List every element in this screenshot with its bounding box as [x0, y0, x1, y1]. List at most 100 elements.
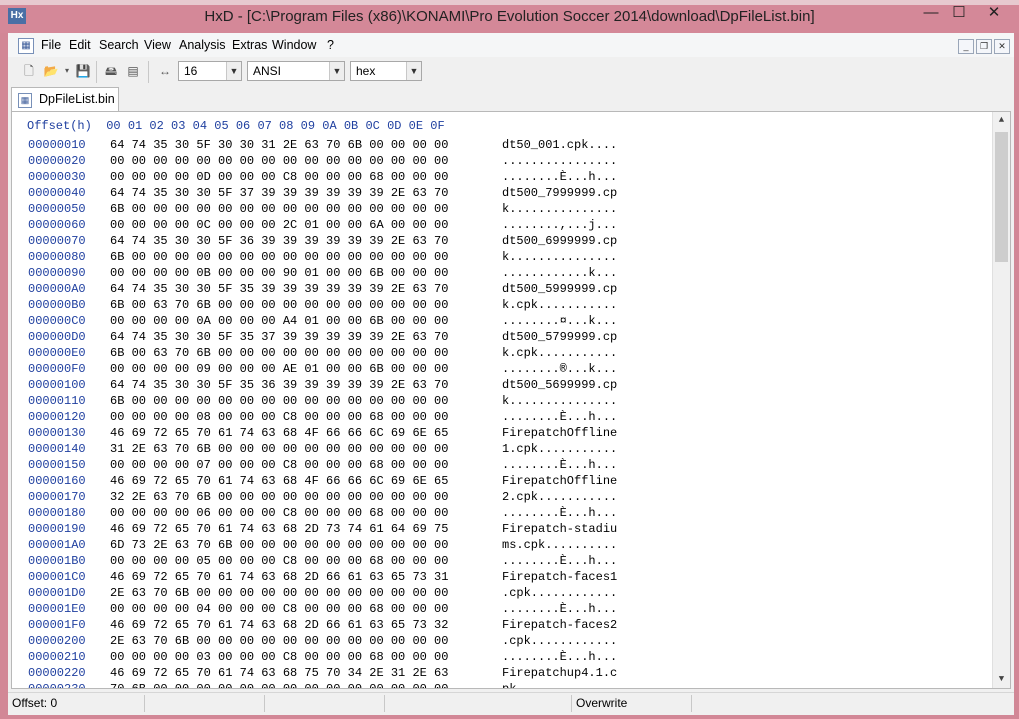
mdi-close-icon[interactable]: ✕ — [994, 39, 1010, 54]
menu-file[interactable]: File — [41, 38, 61, 52]
row-hex-bytes[interactable]: 6B 00 00 00 00 00 00 00 00 00 00 00 00 0… — [110, 250, 448, 264]
row-text[interactable]: ........¤...k... — [502, 314, 617, 328]
minimize-button[interactable]: — — [918, 4, 944, 24]
row-hex-bytes[interactable]: 2E 63 70 6B 00 00 00 00 00 00 00 00 00 0… — [110, 634, 448, 648]
row-text[interactable]: dt500_5799999.cp — [502, 330, 617, 344]
close-button[interactable]: ✕ — [974, 4, 1014, 24]
row-hex-bytes[interactable]: 00 00 00 00 00 00 00 00 00 00 00 00 00 0… — [110, 154, 448, 168]
chevron-down-icon[interactable]: ▼ — [226, 62, 241, 80]
row-text[interactable]: ............k... — [502, 266, 617, 280]
row-text[interactable]: ........È...h... — [502, 602, 617, 616]
row-hex-bytes[interactable]: 00 00 00 00 09 00 00 00 AE 01 00 00 6B 0… — [110, 362, 448, 376]
open-disk-icon[interactable]: 🖴 — [102, 62, 120, 80]
row-text[interactable]: ........È...h... — [502, 410, 617, 424]
bytes-per-row-select[interactable]: 16 ▼ — [178, 61, 242, 81]
row-hex-bytes[interactable]: 00 00 00 00 0D 00 00 00 C8 00 00 00 68 0… — [110, 170, 448, 184]
row-hex-bytes[interactable]: 46 69 72 65 70 61 74 63 68 2D 66 61 63 6… — [110, 570, 448, 584]
row-hex-bytes[interactable]: 64 74 35 30 30 5F 35 39 39 39 39 39 39 2… — [110, 282, 448, 296]
row-text[interactable]: ........È...h... — [502, 650, 617, 664]
row-text[interactable]: ................ — [502, 154, 617, 168]
row-text[interactable]: ........È...h... — [502, 554, 617, 568]
row-text[interactable]: Firepatch-stadiu — [502, 522, 617, 536]
row-text[interactable]: ........,...j... — [502, 218, 617, 232]
scroll-up-icon[interactable]: ▲ — [993, 112, 1010, 129]
row-hex-bytes[interactable]: 64 74 35 30 30 5F 37 39 39 39 39 39 39 2… — [110, 186, 448, 200]
title-bar[interactable]: Hx HxD - [C:\Program Files (x86)\KONAMI\… — [0, 0, 1019, 33]
row-hex-bytes[interactable]: 00 00 00 00 03 00 00 00 C8 00 00 00 68 0… — [110, 650, 448, 664]
chevron-down-icon[interactable]: ▼ — [406, 62, 421, 80]
row-hex-bytes[interactable]: 46 69 72 65 70 61 74 63 68 2D 73 74 61 6… — [110, 522, 448, 536]
row-hex-bytes[interactable]: 64 74 35 30 30 5F 35 36 39 39 39 39 39 2… — [110, 378, 448, 392]
row-hex-bytes[interactable]: 00 00 00 00 07 00 00 00 C8 00 00 00 68 0… — [110, 458, 448, 472]
row-text[interactable]: .cpk............ — [502, 634, 617, 648]
row-hex-bytes[interactable]: 32 2E 63 70 6B 00 00 00 00 00 00 00 00 0… — [110, 490, 448, 504]
row-hex-bytes[interactable]: 00 00 00 00 0B 00 00 00 90 01 00 00 6B 0… — [110, 266, 448, 280]
row-text[interactable]: .cpk............ — [502, 586, 617, 600]
open-ram-icon[interactable]: ▤ — [124, 62, 142, 80]
menu-search[interactable]: Search — [99, 38, 139, 52]
open-dropdown-icon[interactable]: ▾ — [62, 62, 72, 80]
row-text[interactable]: dt500_5699999.cp — [502, 378, 617, 392]
row-hex-bytes[interactable]: 6B 00 00 00 00 00 00 00 00 00 00 00 00 0… — [110, 394, 448, 408]
vertical-scrollbar[interactable]: ▲ ▼ — [992, 112, 1010, 688]
row-hex-bytes[interactable]: 64 74 35 30 5F 30 30 31 2E 63 70 6B 00 0… — [110, 138, 448, 152]
mdi-minimize-icon[interactable]: _ — [958, 39, 974, 54]
row-text[interactable]: dt500_6999999.cp — [502, 234, 617, 248]
row-text[interactable]: pk.............. — [502, 682, 617, 688]
row-text[interactable]: k.cpk........... — [502, 298, 617, 312]
menu-view[interactable]: View — [144, 38, 171, 52]
new-file-icon[interactable]: 🗋 — [20, 62, 38, 80]
row-text[interactable]: Firepatch-faces1 — [502, 570, 617, 584]
row-hex-bytes[interactable]: 6D 73 2E 63 70 6B 00 00 00 00 00 00 00 0… — [110, 538, 448, 552]
menu-help[interactable]: ? — [327, 38, 334, 52]
row-hex-bytes[interactable]: 00 00 00 00 04 00 00 00 C8 00 00 00 68 0… — [110, 602, 448, 616]
row-hex-bytes[interactable]: 46 69 72 65 70 61 74 63 68 4F 66 66 6C 6… — [110, 474, 448, 488]
row-text[interactable]: 1.cpk........... — [502, 442, 617, 456]
offset-base-select[interactable]: hex ▼ — [350, 61, 422, 81]
row-text[interactable]: ........®...k... — [502, 362, 617, 376]
mdi-restore-icon[interactable]: ❐ — [976, 39, 992, 54]
save-icon[interactable]: 💾 — [74, 62, 92, 80]
row-hex-bytes[interactable]: 46 69 72 65 70 61 74 63 68 2D 66 61 63 6… — [110, 618, 448, 632]
row-text[interactable]: dt50_001.cpk.... — [502, 138, 617, 152]
row-hex-bytes[interactable]: 6B 00 63 70 6B 00 00 00 00 00 00 00 00 0… — [110, 298, 448, 312]
scroll-down-icon[interactable]: ▼ — [993, 671, 1010, 688]
menu-extras[interactable]: Extras — [232, 38, 267, 52]
open-file-icon[interactable]: 📂 — [42, 62, 60, 80]
row-text[interactable]: dt500_7999999.cp — [502, 186, 617, 200]
row-text[interactable]: k............... — [502, 394, 617, 408]
row-hex-bytes[interactable]: 00 00 00 00 0A 00 00 00 A4 01 00 00 6B 0… — [110, 314, 448, 328]
row-hex-bytes[interactable]: 00 00 00 00 05 00 00 00 C8 00 00 00 68 0… — [110, 554, 448, 568]
row-hex-bytes[interactable]: 31 2E 63 70 6B 00 00 00 00 00 00 00 00 0… — [110, 442, 448, 456]
scroll-thumb[interactable] — [995, 132, 1008, 262]
hex-editor[interactable]: Offset(h) 00 01 02 03 04 05 06 07 08 09 … — [11, 111, 1011, 689]
row-hex-bytes[interactable]: 46 69 72 65 70 61 74 63 68 4F 66 66 6C 6… — [110, 426, 448, 440]
row-text[interactable]: ms.cpk.......... — [502, 538, 617, 552]
row-hex-bytes[interactable]: 00 00 00 00 08 00 00 00 C8 00 00 00 68 0… — [110, 410, 448, 424]
row-text[interactable]: ........È...h... — [502, 506, 617, 520]
row-text[interactable]: FirepatchOffline — [502, 426, 617, 440]
menu-analysis[interactable]: Analysis — [179, 38, 226, 52]
row-hex-bytes[interactable]: 2E 63 70 6B 00 00 00 00 00 00 00 00 00 0… — [110, 586, 448, 600]
row-hex-bytes[interactable]: 6B 00 63 70 6B 00 00 00 00 00 00 00 00 0… — [110, 346, 448, 360]
row-hex-bytes[interactable]: 00 00 00 00 06 00 00 00 C8 00 00 00 68 0… — [110, 506, 448, 520]
document-system-icon[interactable]: ▦ — [18, 38, 34, 54]
row-hex-bytes[interactable]: 46 69 72 65 70 61 74 63 68 75 70 34 2E 3… — [110, 666, 448, 680]
row-text[interactable]: FirepatchOffline — [502, 474, 617, 488]
tab-dpfilelist[interactable]: ▦ DpFileList.bin — [11, 87, 119, 111]
row-text[interactable]: dt500_5999999.cp — [502, 282, 617, 296]
row-text[interactable]: Firepatchup4.1.c — [502, 666, 617, 680]
row-text[interactable]: 2.cpk........... — [502, 490, 617, 504]
row-hex-bytes[interactable]: 6B 00 00 00 00 00 00 00 00 00 00 00 00 0… — [110, 202, 448, 216]
row-hex-bytes[interactable]: 64 74 35 30 30 5F 35 37 39 39 39 39 39 2… — [110, 330, 448, 344]
chevron-down-icon[interactable]: ▼ — [329, 62, 344, 80]
row-hex-bytes[interactable]: 70 6B 00 00 00 00 00 00 00 00 00 00 00 0… — [110, 682, 448, 688]
row-text[interactable]: Firepatch-faces2 — [502, 618, 617, 632]
row-text[interactable]: k............... — [502, 250, 617, 264]
row-text[interactable]: k............... — [502, 202, 617, 216]
row-text[interactable]: k.cpk........... — [502, 346, 617, 360]
row-text[interactable]: ........È...h... — [502, 458, 617, 472]
row-text[interactable]: ........È...h... — [502, 170, 617, 184]
row-hex-bytes[interactable]: 00 00 00 00 0C 00 00 00 2C 01 00 00 6A 0… — [110, 218, 448, 232]
menu-window[interactable]: Window — [272, 38, 316, 52]
